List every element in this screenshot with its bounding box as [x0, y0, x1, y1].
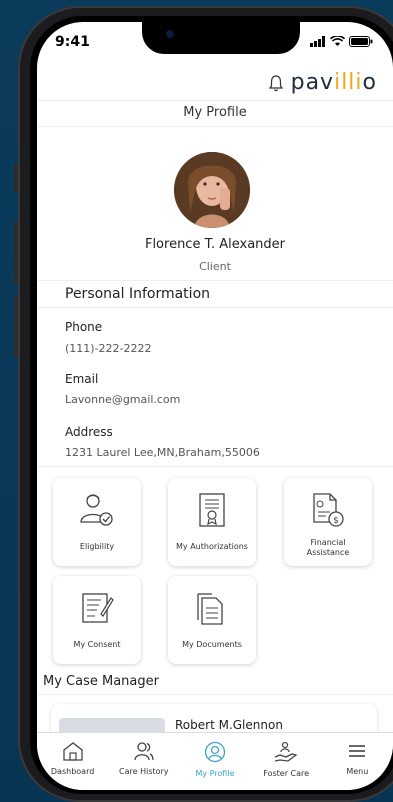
- status-time: 9:41: [55, 34, 90, 50]
- my-documents-tile[interactable]: My Documents: [168, 576, 256, 664]
- documents-icon: [197, 593, 223, 625]
- profile-role: Client: [199, 260, 231, 273]
- email-value: Lavonne@gmail.com: [65, 393, 181, 406]
- tab-label: My Profile: [195, 769, 235, 778]
- home-icon: [62, 742, 83, 761]
- tab-label: Care History: [119, 767, 169, 776]
- address-label: Address: [65, 425, 113, 439]
- email-label: Email: [65, 372, 99, 386]
- status-icons: [310, 36, 373, 47]
- consent-form-icon: [82, 593, 114, 623]
- financial-assistance-tile[interactable]: $ Financial Assistance: [284, 478, 372, 566]
- tab-foster-care[interactable]: Foster Care: [251, 733, 321, 790]
- profile-icon: [204, 741, 226, 763]
- section-heading: Personal Information: [65, 286, 211, 302]
- app-header: pavillio: [37, 66, 393, 101]
- avatar[interactable]: [174, 152, 250, 228]
- tab-care-history[interactable]: Care History: [109, 733, 179, 790]
- hamburger-menu-icon: [349, 745, 366, 757]
- tab-label: Foster Care: [263, 769, 310, 778]
- signal-icon: [310, 36, 325, 47]
- phone-value: (111)-222-2222: [65, 342, 152, 355]
- phone-notch: [142, 22, 300, 54]
- phone-label: Phone: [65, 320, 103, 334]
- pavillio-logo: pavillio: [290, 70, 377, 95]
- personal-info-header: Personal Information: [37, 280, 393, 308]
- case-manager-name: Robert M.Glennon: [175, 718, 283, 732]
- bottom-tab-bar: Dashboard Care History My Profile Foster…: [37, 732, 393, 790]
- divider: [37, 466, 393, 467]
- foster-care-icon: [274, 741, 298, 762]
- my-authorizations-tile[interactable]: My Authorizations: [168, 478, 256, 566]
- tile-label: My Documents: [182, 640, 242, 649]
- case-manager-heading: My Case Manager: [43, 674, 159, 689]
- tab-menu[interactable]: Menu: [322, 733, 392, 790]
- camera-dot: [166, 30, 174, 38]
- my-consent-tile[interactable]: My Consent: [53, 576, 141, 664]
- people-icon: [134, 742, 154, 761]
- certificate-icon: [199, 493, 225, 527]
- divider: [37, 694, 393, 695]
- tab-dashboard[interactable]: Dashboard: [38, 733, 108, 790]
- financial-document-icon: $: [313, 493, 344, 527]
- tile-label: Eligbility: [79, 542, 115, 551]
- tab-label: Dashboard: [50, 767, 95, 776]
- bell-icon[interactable]: [267, 74, 285, 92]
- tile-label: Financial Assistance: [306, 538, 350, 557]
- wifi-icon: [330, 36, 345, 46]
- battery-icon: [349, 36, 373, 47]
- tile-label: My Authorizations: [176, 542, 248, 551]
- eligibility-icon: [80, 494, 113, 526]
- tile-label: My Consent: [73, 640, 121, 649]
- app-screen: 9:41 pavillio My Profile Florence T. Ale…: [37, 22, 393, 790]
- profile-name: Florence T. Alexander: [144, 237, 286, 252]
- tab-my-profile[interactable]: My Profile: [180, 733, 250, 790]
- eligibility-tile[interactable]: Eligbility: [53, 478, 141, 566]
- page-title: My Profile: [37, 100, 393, 127]
- address-value: 1231 Laurel Lee,MN,Braham,55006: [65, 446, 260, 459]
- tab-label: Menu: [346, 767, 369, 776]
- svg-text:$: $: [333, 516, 339, 526]
